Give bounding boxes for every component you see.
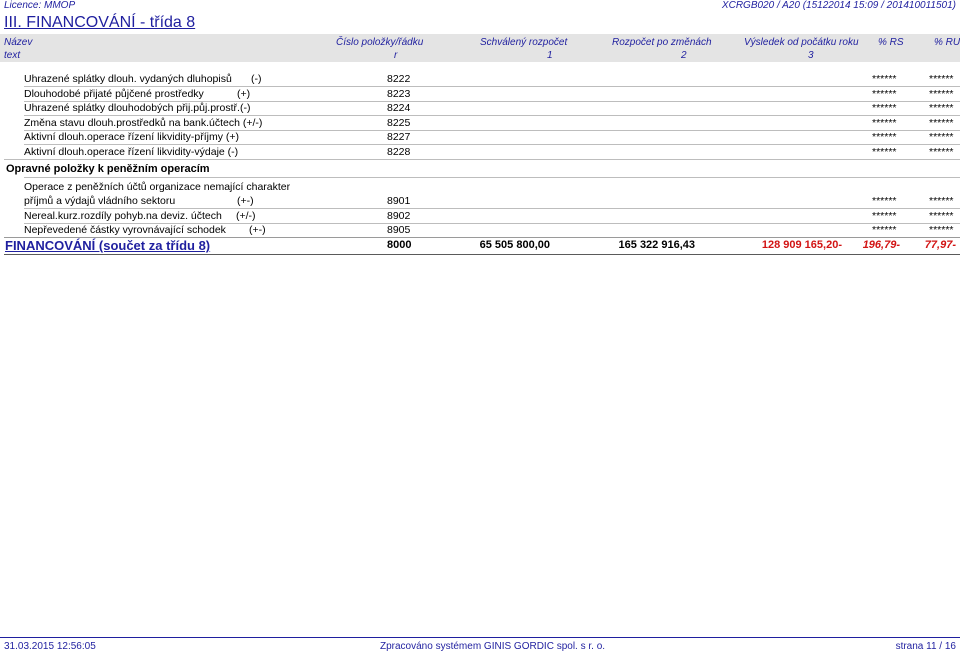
row-name: Aktivní dlouh.operace řízení likvidity-v… (24, 146, 239, 158)
row-rs: ****** (872, 195, 897, 207)
section-heading: Opravné položky k peněžním operacím (6, 163, 210, 175)
row-sign: (+) (237, 88, 251, 100)
header-ru: % RU (934, 37, 960, 48)
row-number: 8228 (387, 146, 411, 158)
row-rs: ****** (872, 224, 897, 236)
header-rs: % RS (878, 37, 904, 48)
row-divider (4, 159, 960, 160)
total-divider (4, 254, 960, 255)
subheader-r: r (394, 50, 398, 61)
row-name: Uhrazené splátky dlouhodobých přij.půj.p… (24, 102, 251, 114)
row-number: 8905 (387, 224, 411, 236)
footer-page: strana 11 / 16 (895, 641, 956, 652)
total-po-zmenach: 165 322 916,43 (618, 239, 695, 251)
row-sign: (+/-) (236, 210, 256, 222)
total-schvaleny: 65 505 800,00 (479, 239, 550, 251)
row-divider (24, 86, 960, 87)
row-ru: ****** (929, 117, 954, 129)
row-divider (24, 115, 960, 116)
page-title: III. FINANCOVÁNÍ - třída 8 (4, 14, 196, 31)
row-rs: ****** (872, 117, 897, 129)
row-ru: ****** (929, 73, 954, 85)
row-divider (24, 144, 960, 145)
row-number: 8222 (387, 73, 411, 85)
footer-date: 31.03.2015 12:56:05 (4, 641, 96, 652)
footer-processed: Zpracováno systémem GINIS GORDIC spol. s… (380, 641, 606, 652)
header-schvaleny: Schválený rozpočet (480, 37, 568, 48)
row-sign: (+-) (249, 224, 266, 236)
row-ru: ****** (929, 102, 954, 114)
row-sign: (+-) (237, 195, 254, 207)
report-code: XCRGB020 / A20 (15122014 15:09 / 2014100… (721, 0, 956, 11)
row-number: 8901 (387, 195, 411, 207)
license-label: Licence: MMOP (4, 0, 76, 11)
row-rs: ****** (872, 210, 897, 222)
row-sign: (-) (251, 73, 262, 85)
row-number: 8224 (387, 102, 411, 114)
row-rs: ****** (872, 102, 897, 114)
row-name: Dlouhodobé přijaté půjčené prostředky (24, 88, 204, 100)
row-ru: ****** (929, 146, 954, 158)
row-name: Nepřevedené částky vyrovnávající schodek (24, 224, 226, 236)
row-number: 8223 (387, 88, 411, 100)
footer-divider (0, 637, 960, 638)
subheader-2: 2 (681, 50, 687, 61)
top-bar: Licence: MMOP XCRGB020 / A20 (15122014 1… (0, 0, 960, 12)
row-rs: ****** (872, 146, 897, 158)
total-label: FINANCOVÁNÍ (součet za třídu 8) (5, 238, 211, 253)
row-name: Uhrazené splátky dlouh. vydaných dluhopi… (24, 73, 232, 85)
row-ru: ****** (929, 210, 954, 222)
row-number: 8225 (387, 117, 411, 129)
subheader-1: 1 (547, 50, 553, 61)
total-ru: 77,97- (924, 239, 956, 251)
header-cislo: Číslo položky/řádku (336, 37, 424, 48)
total-vysledek: 128 909 165,20- (761, 239, 842, 251)
total-rs: 196,79- (862, 239, 900, 251)
header-vysledek: Výsledek od počátku roku (744, 37, 859, 48)
header-nazev: Název (4, 37, 33, 48)
total-number: 8000 (387, 239, 412, 251)
row-rs: ****** (872, 131, 897, 143)
subheader-text: text (4, 50, 21, 61)
subheader-3: 3 (808, 50, 814, 61)
row-name: Nereal.kurz.rozdíly pohyb.na deviz. účte… (24, 210, 222, 222)
row-number: 8902 (387, 210, 411, 222)
row-ru: ****** (929, 88, 954, 100)
row-divider (24, 208, 960, 209)
row-ru: ****** (929, 195, 954, 207)
header-po-zmenach: Rozpočet po změnách (612, 37, 712, 48)
row-rs: ****** (872, 88, 897, 100)
row-name: Změna stavu dlouh.prostředků na bank.účt… (24, 117, 263, 129)
row-rs: ****** (872, 73, 897, 85)
row-name: Aktivní dlouh.operace řízení likvidity-p… (24, 131, 240, 143)
row-name-line2: příjmů a výdajů vládního sektoru (24, 195, 176, 207)
row-ru: ****** (929, 224, 954, 236)
row-ru: ****** (929, 131, 954, 143)
row-name-line1: Operace z peněžních účtů organizace nema… (24, 181, 291, 193)
row-number: 8227 (387, 131, 411, 143)
row-divider (24, 177, 960, 178)
